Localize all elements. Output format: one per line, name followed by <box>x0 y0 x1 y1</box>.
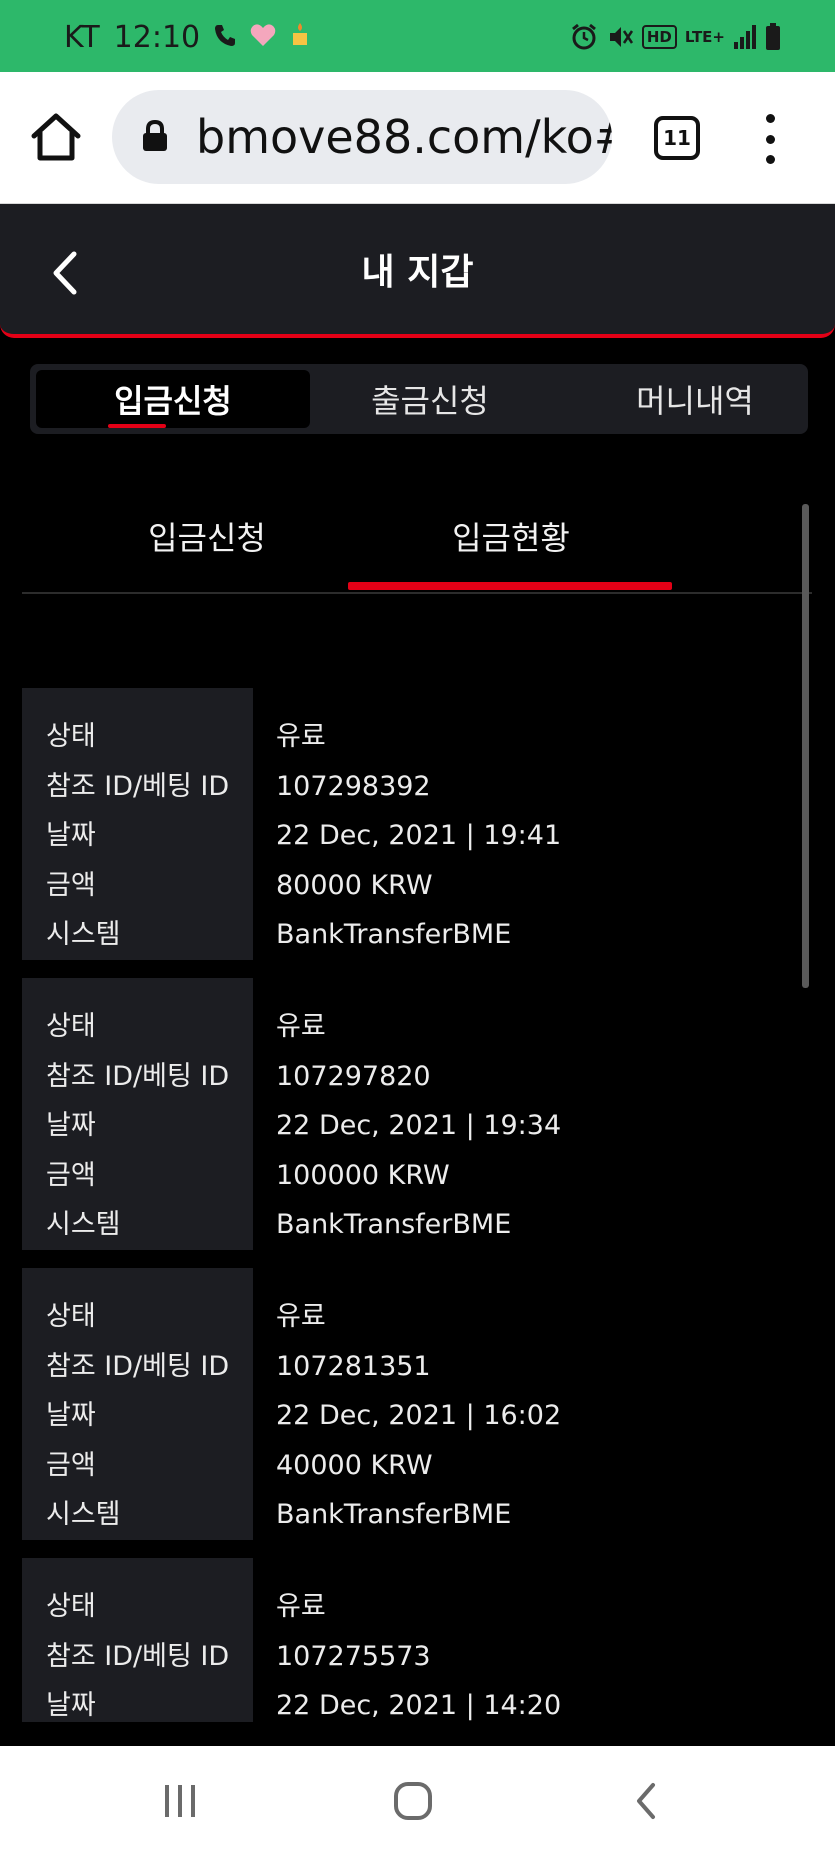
scrollbar[interactable] <box>802 504 809 988</box>
tab-label: 입금신청 <box>114 382 232 420</box>
recent-apps-icon[interactable] <box>140 1776 220 1826</box>
value-date: 22 Dec, 2021 | 19:34 <box>276 1110 562 1141</box>
tab-count: 11 <box>663 126 691 150</box>
tab-withdrawal-request[interactable]: 출금신청 <box>320 370 540 428</box>
label-date: 날짜 <box>46 1110 96 1141</box>
phone-icon <box>214 20 236 55</box>
notification-icon <box>290 20 310 55</box>
subtab-deposit-request[interactable]: 입금신청 <box>72 508 342 564</box>
app-header: 내 지갑 <box>0 204 835 338</box>
value-system: BankTransferBME <box>276 1209 512 1240</box>
tab-deposit-request[interactable]: 입금신청 <box>36 370 310 428</box>
value-date: 22 Dec, 2021 | 14:20 <box>276 1690 562 1721</box>
record-card: 상태 참조 ID/베팅 ID 날짜 금액 시스템 유료 107298392 22… <box>22 688 782 960</box>
status-right: HD LTE+ <box>570 22 781 52</box>
more-menu-icon[interactable] <box>758 114 782 164</box>
clock: 12:10 <box>113 19 201 55</box>
subtab-deposit-status[interactable]: 입금현황 <box>376 508 646 564</box>
label-ref-id: 참조 ID/베팅 ID <box>46 1350 230 1382</box>
heart-icon <box>250 20 276 55</box>
tab-money-history[interactable]: 머니내역 <box>590 370 800 428</box>
label-system: 시스템 <box>46 1499 121 1530</box>
value-status: 유료 <box>276 1301 326 1332</box>
alarm-icon <box>570 23 598 51</box>
tab-label: 출금신청 <box>371 382 489 420</box>
value-ref-id: 107298392 <box>276 770 431 802</box>
value-status: 유료 <box>276 721 326 752</box>
value-amount: 100000 KRW <box>276 1159 450 1191</box>
value-amount: 80000 KRW <box>276 869 433 901</box>
label-system: 시스템 <box>46 1209 121 1240</box>
browser-toolbar: bmove88.com/ko# 11 <box>0 72 835 204</box>
record-values: 유료 107298392 22 Dec, 2021 | 19:41 80000 … <box>276 688 776 960</box>
value-ref-id: 107281351 <box>276 1350 431 1382</box>
active-tab-underline <box>108 424 166 428</box>
label-ref-id: 참조 ID/베팅 ID <box>46 1640 230 1672</box>
url-text: bmove88.com/ko# <box>196 110 612 164</box>
system-nav-bar <box>0 1746 835 1856</box>
label-status: 상태 <box>46 721 96 752</box>
label-ref-id: 참조 ID/베팅 ID <box>46 1060 230 1092</box>
record-values: 유료 107281351 22 Dec, 2021 | 16:02 40000 … <box>276 1268 776 1540</box>
subtab-label: 입금신청 <box>148 519 266 557</box>
record-card: 상태 참조 ID/베팅 ID 날짜 금액 시스템 유료 107297820 22… <box>22 978 782 1250</box>
label-status: 상태 <box>46 1301 96 1332</box>
record-labels: 상태 참조 ID/베팅 ID 날짜 금액 시스템 <box>22 688 253 960</box>
mute-icon <box>606 23 634 51</box>
battery-icon <box>765 23 781 51</box>
record-labels: 상태 참조 ID/베팅 ID 날짜 금액 시스템 <box>22 978 253 1250</box>
value-system: BankTransferBME <box>276 1499 512 1530</box>
subtab-label: 입금현황 <box>452 519 570 557</box>
label-amount: 금액 <box>46 1449 96 1481</box>
value-ref-id: 107275573 <box>276 1640 431 1672</box>
value-status: 유료 <box>276 1591 326 1622</box>
label-system: 시스템 <box>46 919 121 950</box>
value-amount: 40000 KRW <box>276 1449 433 1481</box>
record-values: 유료 107297820 22 Dec, 2021 | 19:34 100000… <box>276 978 776 1250</box>
signal-icon <box>733 24 757 50</box>
tab-label: 머니내역 <box>636 382 754 420</box>
page-title: 내 지갑 <box>361 252 474 293</box>
home-icon[interactable] <box>30 112 82 162</box>
lock-icon <box>142 119 168 152</box>
hd-icon: HD <box>641 25 677 49</box>
record-card: 상태 참조 ID/베팅 ID 날짜 금액 시스템 유료 107281351 22… <box>22 1268 782 1540</box>
value-ref-id: 107297820 <box>276 1060 431 1092</box>
network-type-label: LTE+ <box>684 28 725 46</box>
label-status: 상태 <box>46 1011 96 1042</box>
label-amount: 금액 <box>46 869 96 901</box>
carrier-label: KT <box>64 19 100 55</box>
label-date: 날짜 <box>46 820 96 851</box>
tabs-icon[interactable]: 11 <box>654 116 700 160</box>
status-left: KT 12:10 <box>64 19 310 55</box>
label-date: 날짜 <box>46 1690 96 1721</box>
hd-label: HD <box>646 28 672 46</box>
sub-tabs: 입금신청 입금현황 <box>22 496 812 594</box>
record-values: 유료 107275573 22 Dec, 2021 | 14:20 <box>276 1558 776 1722</box>
label-amount: 금액 <box>46 1159 96 1191</box>
home-circle-icon[interactable] <box>373 1776 453 1826</box>
active-subtab-indicator <box>348 582 672 590</box>
label-ref-id: 참조 ID/베팅 ID <box>46 770 230 802</box>
value-date: 22 Dec, 2021 | 16:02 <box>276 1400 562 1431</box>
label-status: 상태 <box>46 1591 96 1622</box>
value-status: 유료 <box>276 1011 326 1042</box>
status-bar: KT 12:10 HD LTE+ <box>0 0 835 72</box>
address-bar[interactable]: bmove88.com/ko# <box>112 90 612 184</box>
value-system: BankTransferBME <box>276 919 512 950</box>
record-labels: 상태 참조 ID/베팅 ID 날짜 금액 시스템 <box>22 1558 253 1722</box>
deposit-records-list: 상태 참조 ID/베팅 ID 날짜 금액 시스템 유료 107298392 22… <box>22 688 782 1722</box>
back-icon[interactable] <box>606 1776 686 1826</box>
value-date: 22 Dec, 2021 | 19:41 <box>276 820 562 851</box>
record-labels: 상태 참조 ID/베팅 ID 날짜 금액 시스템 <box>22 1268 253 1540</box>
label-date: 날짜 <box>46 1400 96 1431</box>
record-card: 상태 참조 ID/베팅 ID 날짜 금액 시스템 유료 107275573 22… <box>22 1558 782 1722</box>
